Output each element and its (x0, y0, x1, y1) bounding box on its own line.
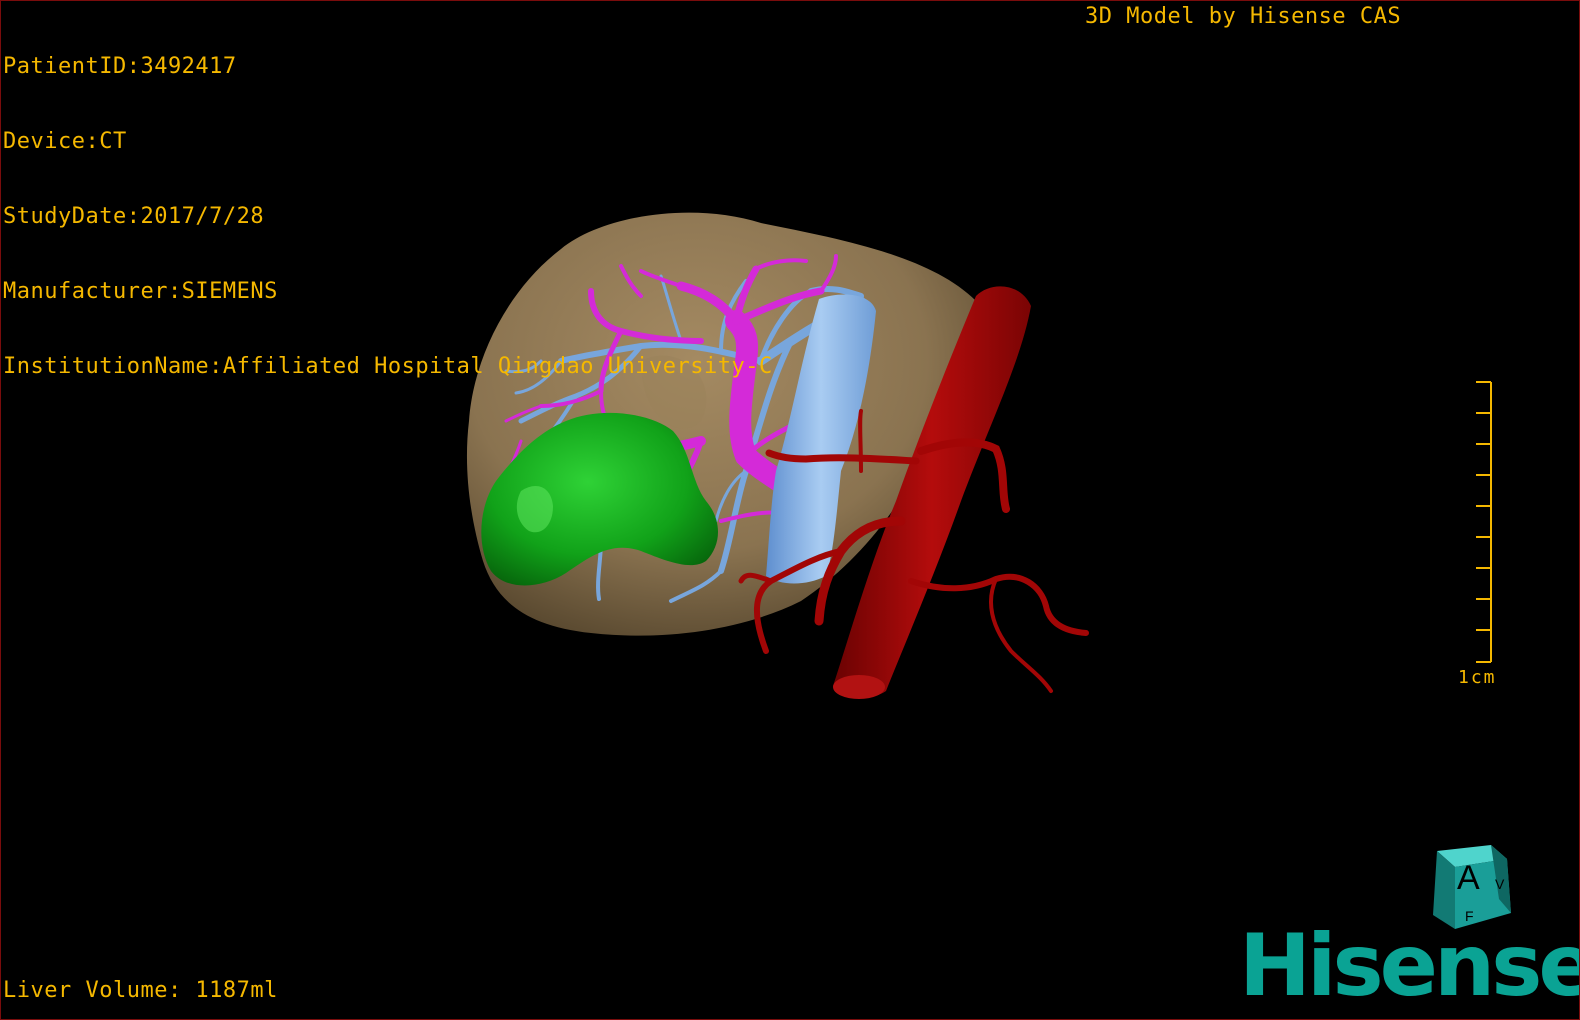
patient-info-overlay: PatientID:3492417 Device:CT StudyDate:20… (3, 4, 773, 429)
cube-front-letter: A (1457, 859, 1480, 897)
3d-viewport[interactable]: PatientID:3492417 Device:CT StudyDate:20… (0, 0, 1580, 1020)
hisense-logo: Hisense (1239, 916, 1580, 1016)
scale-bar-label: 1cm (1458, 667, 1497, 688)
cube-side-letter: V (1495, 876, 1505, 892)
scale-bar (1476, 381, 1492, 663)
study-date-text: StudyDate:2017/7/28 (3, 204, 265, 229)
device-text: Device:CT (3, 129, 127, 154)
institution-text: InstitutionName:Affiliated Hospital Qing… (3, 354, 773, 379)
aorta-cut-end (833, 675, 885, 699)
manufacturer-text: Manufacturer:SIEMENS (3, 279, 278, 304)
liver-volume-text: Liver Volume: 1187ml (3, 978, 278, 1003)
model-credit-text: 3D Model by Hisense CAS (1085, 4, 1402, 29)
patient-id-text: PatientID:3492417 (3, 54, 237, 79)
